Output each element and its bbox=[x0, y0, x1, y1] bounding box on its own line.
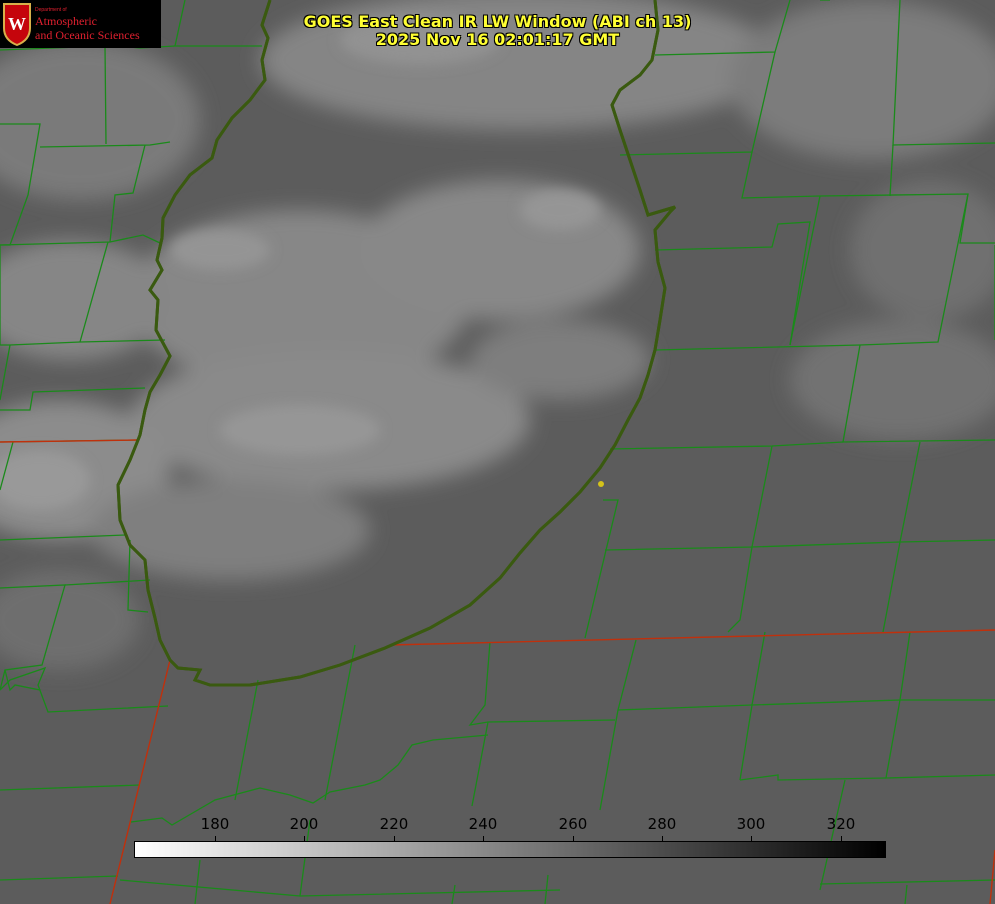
location-dot-icon bbox=[598, 481, 604, 487]
colorbar-tick-label: 300 bbox=[736, 815, 766, 833]
colorbar-tick-label: 320 bbox=[826, 815, 856, 833]
colorbar-tick-label: 180 bbox=[200, 815, 230, 833]
department-logo: W Department of Atmospheric and Oceanic … bbox=[0, 0, 161, 48]
colorbar-tick-label: 240 bbox=[468, 815, 498, 833]
logo-name-line2: and Oceanic Sciences bbox=[35, 28, 140, 42]
uw-crest-icon: W bbox=[3, 3, 31, 46]
svg-text:W: W bbox=[8, 14, 26, 34]
satellite-map: GOES East Clean IR LW Window (ABI ch 13)… bbox=[0, 0, 995, 904]
logo-department-text: Department of bbox=[35, 7, 67, 13]
logo-name-line1: Atmospheric bbox=[35, 14, 97, 28]
map-canvas bbox=[0, 0, 995, 904]
colorbar-tick-label: 220 bbox=[379, 815, 409, 833]
colorbar-tick-label: 280 bbox=[647, 815, 677, 833]
colorbar-tick-label: 260 bbox=[558, 815, 588, 833]
colorbar-tick-label: 200 bbox=[289, 815, 319, 833]
colorbar bbox=[134, 841, 886, 858]
